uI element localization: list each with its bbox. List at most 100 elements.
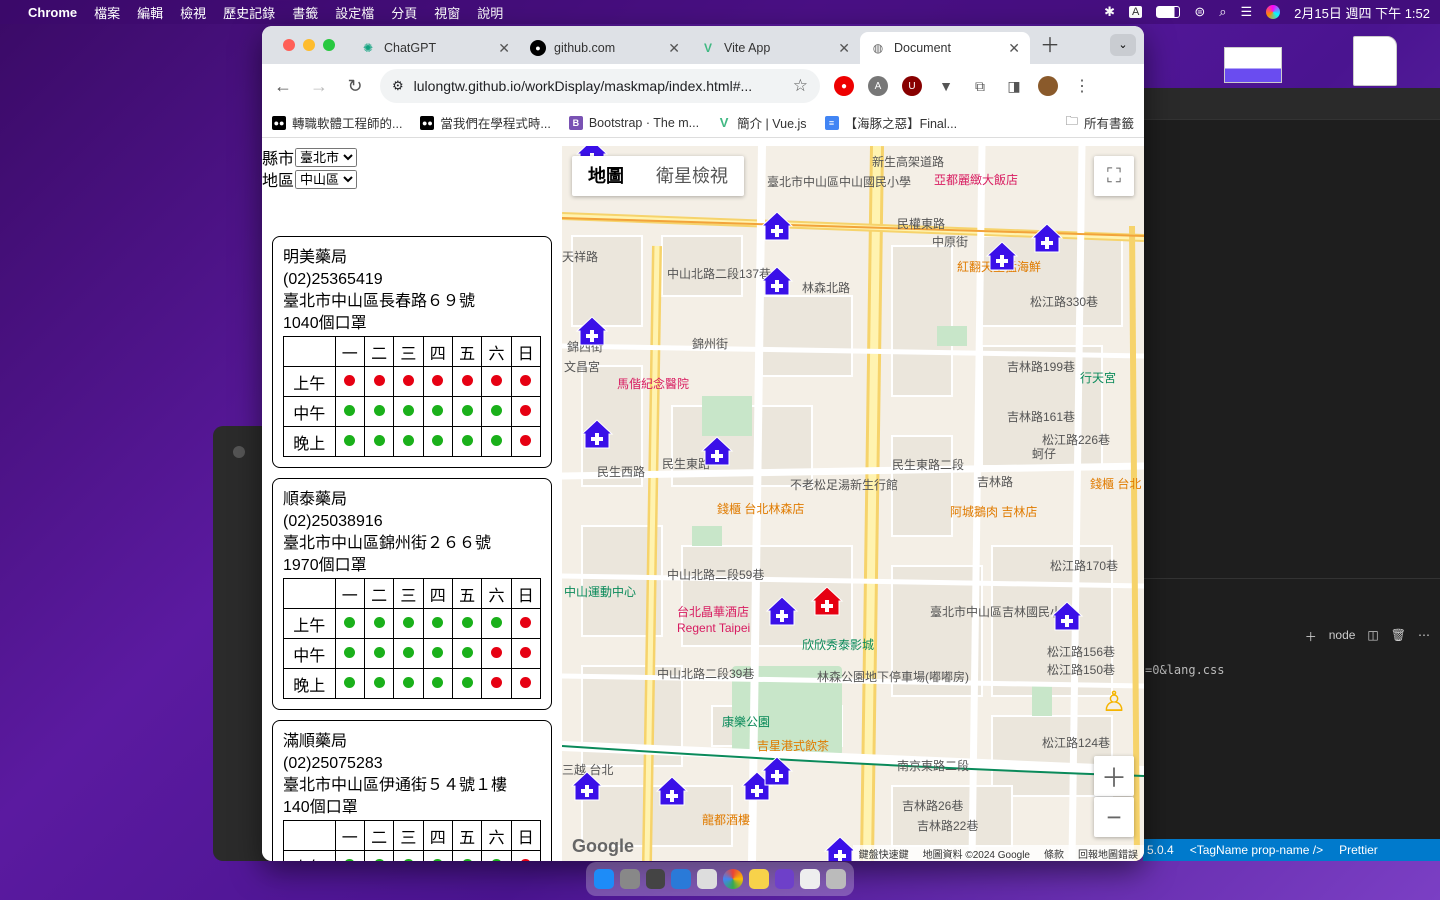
county-select[interactable]: 臺北市 xyxy=(295,147,358,167)
translate-extension-icon[interactable]: A xyxy=(868,76,888,96)
ublock-icon[interactable]: U xyxy=(902,76,922,96)
side-panel-icon[interactable]: ◨ xyxy=(1004,76,1024,96)
menu-window[interactable]: 視窗 xyxy=(434,3,460,22)
stickies-icon[interactable] xyxy=(748,869,769,889)
zoom-in-button[interactable]: ＋ xyxy=(1094,756,1134,796)
fullscreen-button[interactable]: ⛶ xyxy=(1094,156,1134,196)
pharmacy-name: 滿順藥局 xyxy=(283,733,348,750)
schedule-cell xyxy=(451,426,483,457)
bookmark-star-icon[interactable]: ☆ xyxy=(793,76,808,96)
all-bookmarks-button[interactable]: 🗀 所有書籤 xyxy=(1065,112,1134,133)
menubar-clock[interactable]: 2月15日 週四 下午 1:52 xyxy=(1294,3,1430,22)
menu-help[interactable]: 說明 xyxy=(477,3,503,22)
finder-icon[interactable] xyxy=(594,869,614,889)
extension-red-icon[interactable]: ● xyxy=(834,76,854,96)
map-canvas[interactable]: 臺北市中山區中山國民小學民權東路亞都麗緻大飯店紅翻天生猛海鮮中山北路二段137巷… xyxy=(562,146,1144,861)
extensions-puzzle-icon[interactable]: ⧉ xyxy=(970,76,990,96)
launchpad-icon[interactable] xyxy=(619,869,640,889)
tab-chatgpt[interactable]: ✺ ChatGPT ✕ xyxy=(350,32,520,64)
minimize-window-button[interactable] xyxy=(303,39,315,51)
tab-vite-app[interactable]: V Vite App ✕ xyxy=(690,32,860,64)
zoom-window-button[interactable] xyxy=(323,39,335,51)
siri-icon[interactable] xyxy=(1266,5,1281,19)
chrome-icon[interactable] xyxy=(722,869,743,889)
map-label: 行天宮 xyxy=(1080,370,1116,385)
google-map[interactable]: 臺北市中山區中山國民小學民權東路亞都麗緻大飯店紅翻天生猛海鮮中山北路二段137巷… xyxy=(562,146,1144,861)
terms-link[interactable]: 條款 xyxy=(1044,846,1064,861)
tab-search-button[interactable]: ⌄ xyxy=(1110,34,1136,56)
macos-dock xyxy=(586,862,854,896)
keyboard-shortcuts-link[interactable]: 鍵盤快速鍵 xyxy=(859,846,909,861)
desktop-screenshot-thumbnail[interactable] xyxy=(1224,47,1282,83)
split-terminal-icon[interactable]: ◫ xyxy=(1367,628,1378,645)
document-icon[interactable] xyxy=(800,869,821,889)
control-center-icon[interactable]: ☰ xyxy=(1241,4,1253,20)
map-label: 天祥路 xyxy=(562,249,598,264)
menu-tab[interactable]: 分頁 xyxy=(391,3,417,22)
pegman-icon[interactable]: ♙ xyxy=(1094,681,1134,721)
bookmark-item[interactable]: ≡ 【海豚之惡】Final... xyxy=(824,113,957,132)
reload-button[interactable]: ↻ xyxy=(344,76,366,97)
menu-edit[interactable]: 編輯 xyxy=(137,3,163,22)
airplay-icon[interactable]: ⊜ xyxy=(1194,4,1205,20)
close-tab-icon[interactable]: ✕ xyxy=(498,40,510,57)
github-desktop-icon[interactable] xyxy=(774,869,795,889)
report-error-link[interactable]: 回報地圖錯誤 xyxy=(1078,846,1138,861)
menu-file[interactable]: 檔案 xyxy=(94,3,120,22)
open-status-dot xyxy=(490,858,502,861)
trash-icon[interactable] xyxy=(826,869,846,889)
new-tab-button[interactable]: ＋ xyxy=(1040,29,1060,58)
site-info-icon[interactable]: ⚙ xyxy=(392,78,404,94)
district-select[interactable]: 中山區 xyxy=(295,169,358,189)
tab-github[interactable]: ● github.com ✕ xyxy=(520,32,690,64)
calculator-icon[interactable] xyxy=(645,869,666,889)
close-tab-icon[interactable]: ✕ xyxy=(1008,40,1020,57)
input-method-icon[interactable]: A xyxy=(1128,6,1143,18)
tab-label: ChatGPT xyxy=(384,41,437,55)
bookmark-item[interactable]: V 簡介 | Vue.js xyxy=(717,113,807,132)
terminal-toolbar: ＋ node ◫ 🗑 ⋯ xyxy=(1305,628,1430,645)
menu-view[interactable]: 檢視 xyxy=(180,3,206,22)
open-status-dot xyxy=(461,676,473,688)
pharmacy-card: 滿順藥局 (02)25075283 臺北市中山區伊通街５４號１樓 140個口罩一二三四… xyxy=(272,720,552,861)
desktop-file-icon[interactable] xyxy=(1353,36,1397,86)
open-status-dot xyxy=(461,616,473,628)
vscode-icon[interactable] xyxy=(671,869,692,889)
tab-document[interactable]: ◍ Document ✕ xyxy=(860,32,1030,64)
close-window-button[interactable] xyxy=(283,39,295,51)
bookmark-item[interactable]: B Bootstrap · The m... xyxy=(568,115,699,130)
zoom-out-button[interactable]: − xyxy=(1094,797,1134,837)
menu-profiles[interactable]: 設定檔 xyxy=(335,3,374,22)
vue-devtools-icon[interactable]: ▼ xyxy=(936,76,956,96)
terminal-name[interactable]: node xyxy=(1329,628,1356,645)
more-icon[interactable]: ⋯ xyxy=(1418,628,1430,645)
profile-avatar[interactable] xyxy=(1038,76,1058,96)
status-version[interactable]: 5.0.4 xyxy=(1147,843,1174,857)
open-status-dot xyxy=(373,616,385,628)
chrome-menu-icon[interactable]: ⋮ xyxy=(1072,76,1092,96)
address-bar[interactable]: ⚙ lulongtw.github.io/workDisplay/maskmap… xyxy=(380,69,820,103)
notes-icon[interactable] xyxy=(697,869,717,889)
battery-icon[interactable] xyxy=(1156,6,1181,18)
pharmacy-name: 明美藥局 xyxy=(283,249,348,266)
map-label: Regent Taipei xyxy=(677,621,750,635)
forward-button[interactable]: → xyxy=(308,76,330,97)
close-tab-icon[interactable]: ✕ xyxy=(668,40,680,57)
status-tagname[interactable]: <TagName prop-name /> xyxy=(1190,843,1323,857)
schedule-cell xyxy=(334,850,365,861)
map-type-roadmap[interactable]: 地圖 xyxy=(572,156,640,196)
bookmark-item[interactable]: ●● 轉職軟體工程師的... xyxy=(272,113,402,132)
back-button[interactable]: ← xyxy=(272,76,294,97)
menu-bookmarks[interactable]: 書籤 xyxy=(292,3,318,22)
add-terminal-icon[interactable]: ＋ xyxy=(1305,628,1317,645)
status-prettier[interactable]: Prettier xyxy=(1339,843,1378,857)
search-icon[interactable]: ⌕ xyxy=(1219,4,1226,20)
map-type-satellite[interactable]: 衛星檢視 xyxy=(640,156,744,196)
menu-history[interactable]: 歷史記錄 xyxy=(223,3,275,22)
close-tab-icon[interactable]: ✕ xyxy=(838,40,850,57)
bookmark-item[interactable]: ●● 當我們在學程式時... xyxy=(420,113,551,132)
url-text[interactable]: lulongtw.github.io/workDisplay/maskmap/i… xyxy=(414,78,793,94)
bluetooth-icon[interactable]: ✱ xyxy=(1104,4,1115,20)
trash-icon[interactable]: 🗑 xyxy=(1391,628,1406,645)
menu-app[interactable]: Chrome xyxy=(28,5,77,20)
